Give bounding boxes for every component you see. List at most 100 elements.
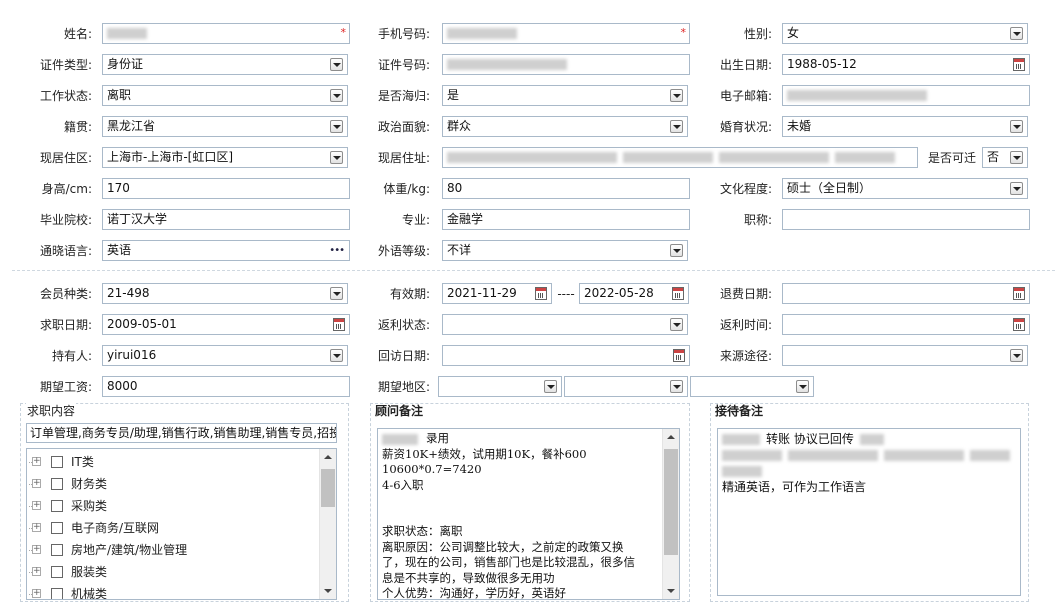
tree-item-apparel[interactable]: + 服装类 <box>27 561 319 583</box>
calendar-icon[interactable] <box>1013 287 1025 300</box>
chevron-down-icon[interactable] <box>330 349 343 362</box>
checkbox[interactable] <box>51 456 63 468</box>
region-city-select[interactable] <box>564 376 688 397</box>
expand-icon[interactable]: + <box>29 545 41 554</box>
tree-scrollbar[interactable] <box>319 449 336 599</box>
checkbox[interactable] <box>51 566 63 578</box>
chevron-down-icon[interactable] <box>1010 182 1023 195</box>
note-line: 了，现在的公司，销售部门也是比较混乱，很多信 <box>382 555 635 569</box>
rebate-time-field[interactable] <box>782 314 1030 335</box>
height-field[interactable]: 170 <box>102 178 350 199</box>
email-field[interactable] <box>782 85 1030 106</box>
checkbox[interactable] <box>51 544 63 556</box>
checkbox[interactable] <box>51 500 63 512</box>
chevron-down-icon[interactable] <box>1010 120 1023 133</box>
more-options-icon[interactable]: ••• <box>329 241 345 260</box>
chevron-down-icon[interactable] <box>1010 27 1023 40</box>
tree-item-realestate[interactable]: + 房地产/建筑/物业管理 <box>27 539 319 561</box>
expected-salary-field[interactable]: 8000 <box>102 376 350 397</box>
redacted-text <box>447 152 617 163</box>
holder-select[interactable]: yirui016 <box>102 345 348 366</box>
checkbox[interactable] <box>51 478 63 490</box>
chevron-down-icon[interactable] <box>330 120 343 133</box>
calendar-icon[interactable] <box>535 287 547 300</box>
scroll-up-icon[interactable] <box>667 435 675 439</box>
valid-from-field[interactable]: 2021-11-29 <box>442 283 552 304</box>
job-category-tree[interactable]: + IT类 + 财务类 + 采购类 + 电子商务/互联网 + 房地产/建筑/物业管理 + 服… <box>26 448 337 600</box>
calendar-icon[interactable] <box>1013 58 1025 71</box>
name-field[interactable]: * <box>102 23 350 44</box>
major-field[interactable]: 金融学 <box>442 209 690 230</box>
expand-icon[interactable]: + <box>29 589 41 598</box>
gender-select[interactable]: 女 <box>782 23 1028 44</box>
political-select[interactable]: 群众 <box>442 116 688 137</box>
education-select[interactable]: 硕士（全日制） <box>782 178 1028 199</box>
phone-field[interactable]: * <box>442 23 690 44</box>
refund-date-field[interactable] <box>782 283 1030 304</box>
weight-field[interactable]: 80 <box>442 178 690 199</box>
job-date-field[interactable]: 2009-05-01 <box>102 314 350 335</box>
scroll-thumb[interactable] <box>321 469 335 507</box>
address-field[interactable] <box>442 147 918 168</box>
tree-item-it[interactable]: + IT类 <box>27 451 319 473</box>
expand-icon[interactable]: + <box>29 457 41 466</box>
residence-area-select[interactable]: 上海市-上海市-[虹口区] <box>102 147 348 168</box>
chevron-down-icon[interactable] <box>1010 349 1023 362</box>
calendar-icon[interactable] <box>1013 318 1025 331</box>
expand-icon[interactable]: + <box>29 523 41 532</box>
chevron-down-icon[interactable] <box>670 380 683 393</box>
tree-item-finance[interactable]: + 财务类 <box>27 473 319 495</box>
reception-notes-textarea[interactable]: 转账 协议已回传 精通英语，可作为工作语言 <box>717 428 1021 596</box>
region-district-select[interactable] <box>690 376 814 397</box>
tree-item-purchase[interactable]: + 采购类 <box>27 495 319 517</box>
native-place-label: 籍贯: <box>63 120 92 134</box>
valid-to-field[interactable]: 2022-05-28 <box>579 283 689 304</box>
expand-icon[interactable]: + <box>29 501 41 510</box>
id-number-field[interactable] <box>442 54 690 75</box>
source-select[interactable] <box>782 345 1028 366</box>
chevron-down-icon[interactable] <box>330 89 343 102</box>
marital-select[interactable]: 未婚 <box>782 116 1028 137</box>
chevron-down-icon[interactable] <box>330 151 343 164</box>
revisit-date-field[interactable] <box>442 345 690 366</box>
checkbox[interactable] <box>51 522 63 534</box>
chevron-down-icon[interactable] <box>544 380 557 393</box>
checkbox[interactable] <box>51 588 63 599</box>
chevron-down-icon[interactable] <box>670 89 683 102</box>
expand-icon[interactable]: + <box>29 479 41 488</box>
birth-date-field[interactable]: 1988-05-12 <box>782 54 1030 75</box>
member-type-select[interactable]: 21-498 <box>102 283 348 304</box>
consultant-notes-textarea[interactable]: 录用 薪资10K+绩效，试用期10K，餐补600 10600*0.7=7420 … <box>377 428 680 600</box>
scroll-down-icon[interactable] <box>324 589 332 593</box>
tree-item-ecommerce[interactable]: + 电子商务/互联网 <box>27 517 319 539</box>
selected-jobs-field[interactable]: 订单管理,商务专员/助理,销售行政,销售助理,销售专员,招投 <box>26 423 337 443</box>
returnee-select[interactable]: 是 <box>442 85 688 106</box>
chevron-down-icon[interactable] <box>670 318 683 331</box>
work-status-select[interactable]: 离职 <box>102 85 348 106</box>
chevron-down-icon[interactable] <box>330 58 343 71</box>
foreign-level-select[interactable]: 不详 <box>442 240 688 261</box>
section-divider <box>12 270 1055 271</box>
tree-item-machinery[interactable]: + 机械类 <box>27 583 319 599</box>
native-place-select[interactable]: 黑龙江省 <box>102 116 348 137</box>
scroll-up-icon[interactable] <box>324 455 332 459</box>
language-field[interactable]: 英语 ••• <box>102 240 350 261</box>
calendar-icon[interactable] <box>333 318 345 331</box>
chevron-down-icon[interactable] <box>670 244 683 257</box>
school-field[interactable]: 诺丁汉大学 <box>102 209 350 230</box>
chevron-down-icon[interactable] <box>1010 151 1023 164</box>
notes-scrollbar[interactable] <box>662 429 679 599</box>
job-title-field[interactable] <box>782 209 1030 230</box>
calendar-icon[interactable] <box>673 349 685 362</box>
region-province-select[interactable] <box>438 376 562 397</box>
scroll-thumb[interactable] <box>664 449 678 555</box>
relocate-select[interactable]: 否 <box>982 147 1028 168</box>
scroll-down-icon[interactable] <box>667 589 675 593</box>
chevron-down-icon[interactable] <box>330 287 343 300</box>
chevron-down-icon[interactable] <box>796 380 809 393</box>
rebate-status-select[interactable] <box>442 314 688 335</box>
id-type-select[interactable]: 身份证 <box>102 54 348 75</box>
calendar-icon[interactable] <box>672 287 684 300</box>
chevron-down-icon[interactable] <box>670 120 683 133</box>
expand-icon[interactable]: + <box>29 567 41 576</box>
